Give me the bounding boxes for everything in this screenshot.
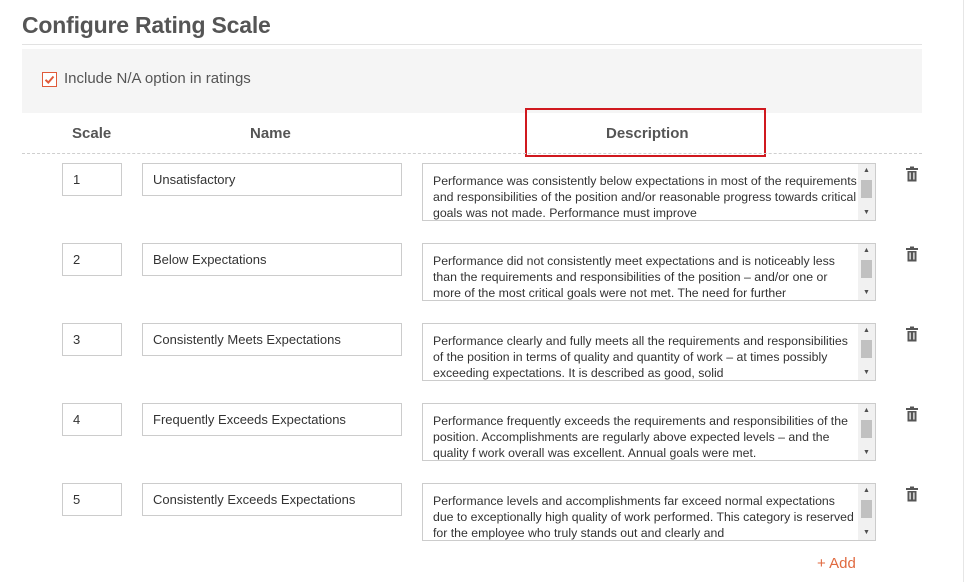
description-text: Performance did not consistently meet ex… xyxy=(433,254,835,300)
name-input[interactable]: Consistently Meets Expectations xyxy=(142,323,402,356)
scroll-down-icon[interactable]: ▼ xyxy=(858,206,875,220)
scroll-down-icon[interactable]: ▼ xyxy=(858,286,875,300)
scroll-up-icon[interactable]: ▲ xyxy=(858,244,875,258)
trash-icon[interactable] xyxy=(905,326,919,342)
rating-row: 2 Below Expectations Performance did not… xyxy=(0,243,965,303)
description-textarea[interactable]: Performance levels and accomplishments f… xyxy=(422,483,876,541)
description-scrollbar[interactable]: ▲ ▼ xyxy=(858,404,875,460)
scroll-up-icon[interactable]: ▲ xyxy=(858,324,875,338)
description-textarea[interactable]: Performance clearly and fully meets all … xyxy=(422,323,876,381)
scale-input[interactable]: 5 xyxy=(62,483,122,516)
description-scrollbar[interactable]: ▲ ▼ xyxy=(858,164,875,220)
scale-input[interactable]: 2 xyxy=(62,243,122,276)
description-textarea[interactable]: Performance did not consistently meet ex… xyxy=(422,243,876,301)
scroll-up-icon[interactable]: ▲ xyxy=(858,164,875,178)
scroll-up-icon[interactable]: ▲ xyxy=(858,484,875,498)
scale-input[interactable]: 4 xyxy=(62,403,122,436)
scroll-thumb[interactable] xyxy=(861,180,872,198)
trash-icon[interactable] xyxy=(905,246,919,262)
rating-row: 3 Consistently Meets Expectations Perfor… xyxy=(0,323,965,383)
name-input[interactable]: Frequently Exceeds Expectations xyxy=(142,403,402,436)
scroll-down-icon[interactable]: ▼ xyxy=(858,366,875,380)
description-text: Performance clearly and fully meets all … xyxy=(433,334,848,380)
scroll-up-icon[interactable]: ▲ xyxy=(858,404,875,418)
rating-row: 4 Frequently Exceeds Expectations Perfor… xyxy=(0,403,965,463)
na-option-checkbox[interactable] xyxy=(42,72,57,87)
trash-icon[interactable] xyxy=(905,166,919,182)
trash-icon[interactable] xyxy=(905,486,919,502)
description-scrollbar[interactable]: ▲ ▼ xyxy=(858,484,875,540)
checkmark-icon xyxy=(44,75,55,84)
header-divider xyxy=(22,153,922,154)
scale-input[interactable]: 3 xyxy=(62,323,122,356)
page-edge-divider xyxy=(963,0,964,582)
description-text: Performance levels and accomplishments f… xyxy=(433,494,854,540)
column-header-name: Name xyxy=(250,125,291,142)
na-option-label: Include N/A option in ratings xyxy=(64,70,251,87)
scroll-thumb[interactable] xyxy=(861,340,872,358)
scroll-thumb[interactable] xyxy=(861,500,872,518)
rating-scale-page: Configure Rating Scale Include N/A optio… xyxy=(0,0,965,582)
description-header-highlight xyxy=(525,108,766,157)
name-input[interactable]: Unsatisfactory xyxy=(142,163,402,196)
column-header-scale: Scale xyxy=(72,125,112,142)
description-text: Performance frequently exceeds the requi… xyxy=(433,414,848,460)
description-text: Performance was consistently below expec… xyxy=(433,174,857,220)
scroll-down-icon[interactable]: ▼ xyxy=(858,446,875,460)
description-scrollbar[interactable]: ▲ ▼ xyxy=(858,324,875,380)
scroll-thumb[interactable] xyxy=(861,260,872,278)
description-textarea[interactable]: Performance frequently exceeds the requi… xyxy=(422,403,876,461)
scale-input[interactable]: 1 xyxy=(62,163,122,196)
title-divider xyxy=(22,44,922,45)
rating-row: 1 Unsatisfactory Performance was consist… xyxy=(0,163,965,223)
na-option-panel: Include N/A option in ratings xyxy=(22,49,922,113)
add-rating-link[interactable]: + Add xyxy=(817,555,856,572)
rating-row: 5 Consistently Exceeds Expectations Perf… xyxy=(0,483,965,543)
name-input[interactable]: Consistently Exceeds Expectations xyxy=(142,483,402,516)
description-scrollbar[interactable]: ▲ ▼ xyxy=(858,244,875,300)
scroll-thumb[interactable] xyxy=(861,420,872,438)
trash-icon[interactable] xyxy=(905,406,919,422)
page-title: Configure Rating Scale xyxy=(22,12,271,38)
description-textarea[interactable]: Performance was consistently below expec… xyxy=(422,163,876,221)
scroll-down-icon[interactable]: ▼ xyxy=(858,526,875,540)
name-input[interactable]: Below Expectations xyxy=(142,243,402,276)
